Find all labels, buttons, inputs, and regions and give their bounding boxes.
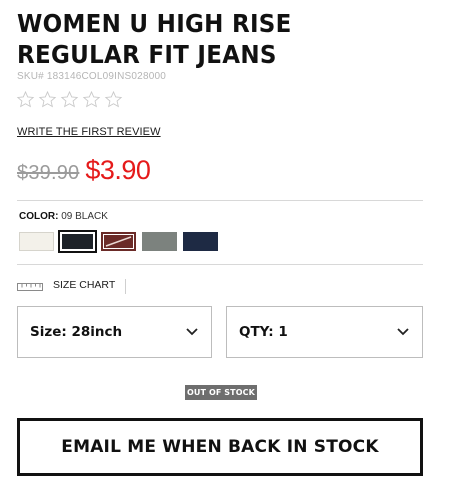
- sku-text: SKU# 183146COL09INS028000: [17, 71, 166, 82]
- swatch-gray[interactable]: [142, 232, 177, 251]
- size-select[interactable]: Size: 28inch: [17, 306, 212, 358]
- write-review-link[interactable]: WRITE THE FIRST REVIEW: [17, 126, 161, 138]
- out-of-stock-badge: OUT OF STOCK: [185, 385, 257, 400]
- divider: [17, 264, 423, 265]
- color-label-key: COLOR:: [19, 211, 59, 222]
- quantity-select[interactable]: QTY: 1: [226, 306, 423, 358]
- size-chart-label: SIZE CHART: [53, 279, 116, 291]
- ruler-icon: [17, 283, 43, 291]
- swatch-black[interactable]: [58, 230, 97, 253]
- star-outline-icon: [16, 90, 35, 108]
- separator: [125, 279, 126, 294]
- chevron-down-icon: [186, 328, 198, 336]
- star-outline-icon: [104, 90, 123, 108]
- swatch-off-white[interactable]: [19, 232, 54, 251]
- rating-stars: [16, 90, 123, 109]
- color-label: COLOR: 09 BLACK: [19, 211, 108, 222]
- star-outline-icon: [60, 90, 79, 108]
- swatch-pattern-graphic: [103, 234, 134, 249]
- email-button-label: EMAIL ME WHEN BACK IN STOCK: [61, 437, 379, 457]
- size-select-label: Size: 28inch: [30, 324, 123, 340]
- quantity-select-label: QTY: 1: [239, 324, 288, 340]
- product-title-line-2: REGULAR FIT JEANS: [17, 40, 277, 69]
- price-block: $39.90 $3.90: [17, 155, 151, 186]
- color-swatches: [19, 230, 218, 253]
- star-outline-icon: [82, 90, 101, 108]
- original-price: $39.90: [17, 162, 80, 184]
- swatch-brown-pattern[interactable]: [101, 232, 136, 251]
- sale-price: $3.90: [85, 155, 151, 185]
- star-outline-icon: [38, 90, 57, 108]
- chevron-down-icon: [397, 328, 409, 336]
- product-title-line-1: WOMEN U HIGH RISE: [17, 9, 292, 38]
- size-chart-link[interactable]: SIZE CHART: [17, 279, 115, 291]
- email-back-in-stock-button[interactable]: EMAIL ME WHEN BACK IN STOCK: [17, 418, 423, 476]
- product-title: WOMEN U HIGH RISE REGULAR FIT JEANS: [17, 8, 403, 70]
- color-label-value: 09 BLACK: [61, 211, 108, 222]
- swatch-navy[interactable]: [183, 232, 218, 251]
- divider: [17, 200, 423, 201]
